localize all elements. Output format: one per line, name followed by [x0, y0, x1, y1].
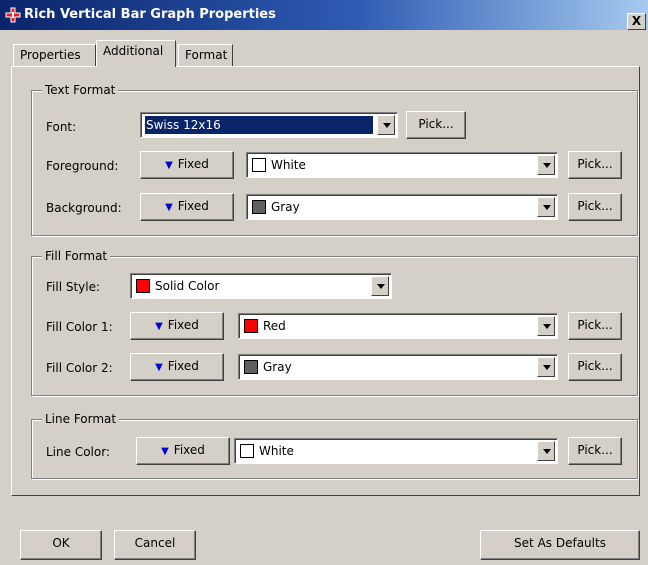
chevron-down-icon[interactable] [537, 357, 555, 377]
tab-panel: Text Format Font: Swiss 12x16 Pick... Fo… [11, 66, 640, 496]
chevron-down-icon[interactable] [537, 197, 555, 217]
font-label: Font: [46, 120, 77, 134]
fill-color2-label: Fill Color 2: [46, 361, 113, 375]
title-bar[interactable]: Rich Vertical Bar Graph Properties X [0, 0, 648, 30]
tab-additional[interactable]: Additional [96, 40, 176, 67]
set-as-defaults-button[interactable]: Set As Defaults [480, 530, 640, 560]
tab-properties[interactable]: Properties [13, 44, 96, 66]
ok-button[interactable]: OK [20, 530, 102, 560]
font-pick-button[interactable]: Pick... [406, 111, 466, 139]
font-value: Swiss 12x16 [144, 115, 374, 135]
foreground-swatch [252, 158, 266, 172]
foreground-label: Foreground: [46, 159, 119, 173]
fill-color2-select[interactable]: Gray [238, 354, 558, 380]
chevron-down-icon[interactable] [537, 155, 555, 175]
triangle-down-icon: ▼ [165, 202, 173, 213]
fill-style-swatch [136, 279, 150, 293]
triangle-down-icon: ▼ [161, 446, 169, 457]
foreground-mode-button[interactable]: ▼ Fixed [140, 151, 234, 179]
line-color-swatch [240, 444, 254, 458]
background-pick-button[interactable]: Pick... [568, 193, 622, 221]
line-color-label: Line Color: [46, 445, 110, 459]
background-value: Gray [271, 200, 300, 214]
background-swatch [252, 200, 266, 214]
tab-format[interactable]: Format [178, 44, 233, 66]
chevron-down-icon[interactable] [537, 441, 555, 461]
close-button[interactable]: X [627, 13, 646, 30]
line-color-mode-button[interactable]: ▼ Fixed [136, 437, 230, 465]
fill-color1-value: Red [263, 319, 286, 333]
fill-color1-pick-button[interactable]: Pick... [568, 312, 622, 340]
fill-style-select[interactable]: Solid Color [130, 273, 392, 299]
fill-color1-select[interactable]: Red [238, 313, 558, 339]
line-format-group: Line Format Line Color: ▼ Fixed White Pic… [31, 412, 638, 479]
fill-style-value: Solid Color [155, 279, 220, 293]
background-label: Background: [46, 201, 122, 215]
line-color-select[interactable]: White [234, 438, 558, 464]
triangle-down-icon: ▼ [155, 321, 163, 332]
fill-color2-pick-button[interactable]: Pick... [568, 353, 622, 381]
fill-style-label: Fill Style: [46, 280, 101, 294]
foreground-value: White [271, 158, 306, 172]
fill-color2-swatch [244, 360, 258, 374]
line-color-pick-button[interactable]: Pick... [568, 437, 622, 465]
fill-format-group: Fill Format Fill Style: Solid Color Fill… [31, 249, 638, 396]
foreground-mode-label: Fixed [177, 157, 209, 171]
foreground-pick-button[interactable]: Pick... [568, 151, 622, 179]
text-format-group: Text Format Font: Swiss 12x16 Pick... Fo… [31, 83, 638, 236]
fill-color1-label: Fill Color 1: [46, 320, 113, 334]
chevron-down-icon[interactable] [377, 115, 395, 135]
font-select[interactable]: Swiss 12x16 [140, 112, 398, 138]
fill-format-legend: Fill Format [42, 249, 111, 263]
window-title: Rich Vertical Bar Graph Properties [24, 7, 276, 22]
text-format-legend: Text Format [42, 83, 119, 97]
chevron-down-icon[interactable] [537, 316, 555, 336]
background-mode-label: Fixed [177, 199, 209, 213]
fill-color2-mode-label: Fixed [167, 359, 199, 373]
fill-color1-mode-label: Fixed [167, 318, 199, 332]
foreground-select[interactable]: White [246, 152, 558, 178]
triangle-down-icon: ▼ [155, 362, 163, 373]
fill-color1-swatch [244, 319, 258, 333]
chevron-down-icon[interactable] [371, 276, 389, 296]
fill-color2-mode-button[interactable]: ▼ Fixed [130, 353, 224, 381]
fill-color2-value: Gray [263, 360, 292, 374]
background-select[interactable]: Gray [246, 194, 558, 220]
line-color-mode-label: Fixed [173, 443, 205, 457]
fill-color1-mode-button[interactable]: ▼ Fixed [130, 312, 224, 340]
line-format-legend: Line Format [42, 412, 120, 426]
line-color-value: White [259, 444, 294, 458]
app-icon [5, 7, 21, 23]
cancel-button[interactable]: Cancel [114, 530, 196, 560]
background-mode-button[interactable]: ▼ Fixed [140, 193, 234, 221]
triangle-down-icon: ▼ [165, 160, 173, 171]
